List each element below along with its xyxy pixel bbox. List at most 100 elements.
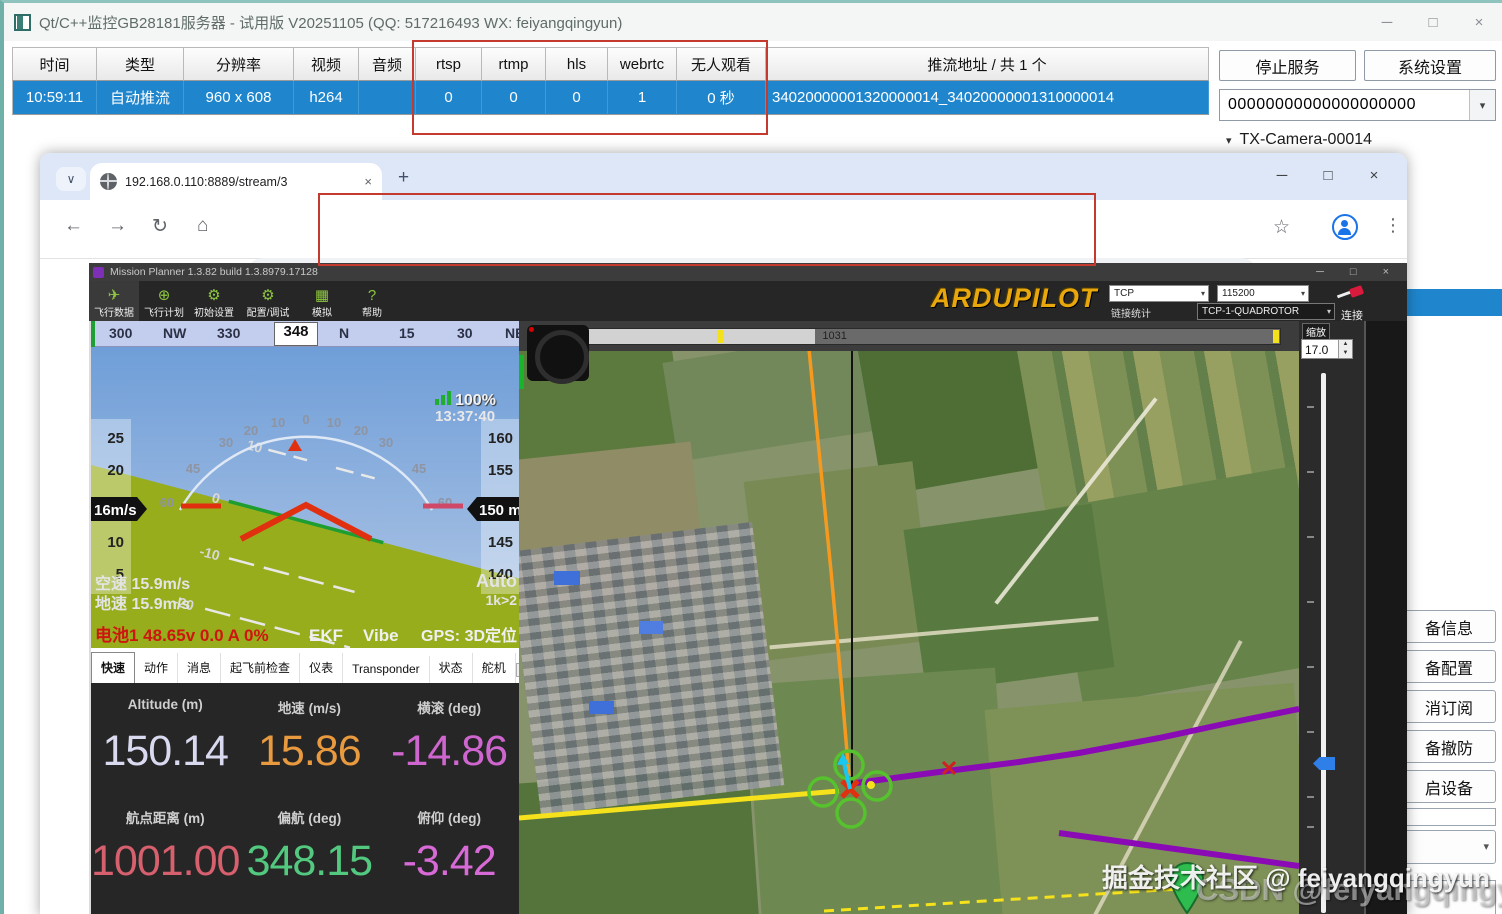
- stop-service-button[interactable]: 停止服务: [1219, 50, 1356, 81]
- tab-preflight[interactable]: 起飞前检查: [221, 653, 301, 683]
- app-titlebar: Qt/C++监控GB28181服务器 - 试用版 V20251105 (QQ: …: [4, 3, 1502, 41]
- svg-text:10: 10: [271, 415, 285, 430]
- zoom-slider-track[interactable]: [1321, 373, 1326, 913]
- svg-text:10: 10: [327, 415, 341, 430]
- flight-paths-overlay: [519, 328, 1299, 914]
- speed-tag: 16m/s: [94, 502, 137, 519]
- cell-audio[interactable]: [359, 81, 416, 115]
- col-audio[interactable]: 音频: [359, 47, 416, 81]
- menu-flight-plan[interactable]: ⊕ 飞行计划: [139, 281, 189, 321]
- device-config-button[interactable]: 备配置: [1402, 650, 1496, 683]
- close-icon[interactable]: ×: [1456, 7, 1502, 37]
- zoom-spinbox[interactable]: 17.0 ▲ ▼: [1301, 339, 1353, 359]
- system-settings-button[interactable]: 系统设置: [1364, 50, 1496, 81]
- alt-tag: 150 m: [479, 502, 519, 519]
- home-icon[interactable]: ⌂: [197, 215, 208, 237]
- groundspeed-text: 地速 15.9m/s: [95, 594, 190, 613]
- quick-value-wp-distance: 1001.00: [91, 837, 240, 885]
- progress-fill: [565, 329, 816, 344]
- tab-status[interactable]: 状态: [430, 653, 473, 683]
- mission-progress-bar[interactable]: 1031: [564, 328, 1281, 345]
- tab-servo[interactable]: 舵机: [473, 653, 516, 683]
- col-video[interactable]: 视频: [294, 47, 359, 81]
- col-resolution[interactable]: 分辨率: [184, 47, 294, 81]
- tab-messages[interactable]: 消息: [178, 653, 222, 683]
- mp-minimize-icon[interactable]: ─: [1316, 266, 1324, 278]
- mp-maximize-icon[interactable]: □: [1350, 266, 1357, 278]
- menu-simulation[interactable]: ▦ 模拟: [297, 281, 347, 321]
- spin-down-icon[interactable]: ▼: [1339, 349, 1352, 358]
- zoom-tooltip: 缩放: [1302, 323, 1330, 340]
- svg-text:45: 45: [186, 461, 200, 476]
- device-disarm-button[interactable]: 备撤防: [1402, 730, 1496, 763]
- profile-icon[interactable]: [1332, 214, 1358, 240]
- cancel-subscribe-button[interactable]: 消订阅: [1402, 690, 1496, 723]
- browser-close-icon[interactable]: ×: [1351, 161, 1397, 189]
- tab-search-chevron-icon[interactable]: ∨: [56, 167, 86, 191]
- col-time[interactable]: 时间: [12, 47, 97, 81]
- tab-gauges[interactable]: 仪表: [300, 653, 344, 683]
- svg-text:45: 45: [412, 461, 426, 476]
- link-combo[interactable]: TCP-1-QUADROTOR ▾: [1197, 303, 1335, 320]
- new-tab-button[interactable]: +: [398, 167, 409, 189]
- cell-type[interactable]: 自动推流: [97, 81, 184, 115]
- device-info-button[interactable]: 备信息: [1402, 610, 1496, 643]
- maximize-icon[interactable]: □: [1410, 7, 1456, 37]
- col-push-address[interactable]: 推流地址 / 共 1 个: [766, 47, 1209, 81]
- restart-device-button[interactable]: 启设备: [1402, 770, 1496, 803]
- tab-actions[interactable]: 动作: [135, 653, 179, 683]
- dropdown-arrow-icon[interactable]: ▾: [1469, 90, 1495, 120]
- browser-minimize-icon[interactable]: ─: [1259, 161, 1305, 189]
- back-icon[interactable]: ←: [64, 215, 83, 237]
- menu-initial-setup[interactable]: ⚙ 初始设置: [189, 281, 239, 321]
- menu-flight-data[interactable]: ✈ 飞行数据: [89, 281, 139, 321]
- link-stats-label[interactable]: 链接统计: [1111, 305, 1151, 320]
- wrench-icon: ⚙: [261, 287, 275, 304]
- cell-resolution[interactable]: 960 x 608: [184, 81, 294, 115]
- connect-plug-icon[interactable]: [1336, 285, 1365, 301]
- svg-text:10: 10: [107, 534, 124, 551]
- menu-help[interactable]: ? 帮助: [347, 281, 397, 321]
- dropdown-arrow-icon: ▾: [1300, 289, 1305, 298]
- svg-text:30: 30: [379, 435, 393, 450]
- connection-type-combo[interactable]: TCP ▾: [1109, 285, 1209, 302]
- tab-transponder[interactable]: Transponder: [343, 656, 430, 683]
- ardupilot-logo: ARDUPILOT: [931, 283, 1098, 313]
- compass-label: N: [339, 325, 350, 341]
- mp-close-icon[interactable]: ×: [1383, 266, 1389, 278]
- svg-text:0: 0: [302, 412, 309, 427]
- device-id-combobox[interactable]: 00000000000000000000 ▾: [1219, 89, 1496, 121]
- zoom-value: 17.0: [1305, 343, 1329, 357]
- minimize-icon[interactable]: ─: [1364, 7, 1410, 37]
- side-input[interactable]: [1402, 808, 1496, 826]
- reload-icon[interactable]: ↻: [152, 215, 168, 238]
- quick-value-roll: -14.86: [391, 727, 508, 775]
- annotation-rect-url: [318, 193, 1096, 266]
- bookmark-star-icon[interactable]: ☆: [1273, 216, 1290, 239]
- device-id-value: 00000000000000000000: [1228, 96, 1416, 113]
- more-menu-icon[interactable]: ⋮: [1384, 215, 1402, 236]
- tree-expand-icon[interactable]: ▾: [1226, 134, 1232, 147]
- svg-text:145: 145: [488, 534, 513, 551]
- compass-label: NW: [163, 325, 187, 341]
- cell-video[interactable]: h264: [294, 81, 359, 115]
- menu-config-tuning[interactable]: ⚙ 配置/调试: [239, 281, 297, 321]
- camera-tree-item[interactable]: ▾ TX-Camera-00014: [1226, 131, 1372, 149]
- mission-line-yellow: [519, 788, 840, 821]
- quick-label: 横滚 (deg): [417, 701, 481, 716]
- col-type[interactable]: 类型: [97, 47, 184, 81]
- zoom-slider-handle[interactable]: [1313, 757, 1335, 770]
- globe-favicon-icon: [100, 173, 117, 190]
- dropdown-arrow-icon: ▾: [1200, 289, 1205, 298]
- browser-maximize-icon[interactable]: □: [1305, 161, 1351, 189]
- forward-icon[interactable]: →: [108, 215, 127, 237]
- cell-push-address[interactable]: 34020000001320000014_3402000000131000001…: [766, 81, 1209, 115]
- app-title: Qt/C++监控GB28181服务器 - 试用版 V20251105 (QQ: …: [39, 14, 623, 32]
- tab-quick[interactable]: 快速: [91, 652, 136, 683]
- baud-rate-combo[interactable]: 115200 ▾: [1217, 285, 1309, 302]
- spin-up-icon[interactable]: ▲: [1339, 340, 1352, 349]
- cell-time[interactable]: 10:59:11: [12, 81, 97, 115]
- tab-close-icon[interactable]: ×: [364, 174, 372, 189]
- map-view[interactable]: 1031: [519, 321, 1299, 914]
- selected-tree-row[interactable]: [1407, 289, 1502, 316]
